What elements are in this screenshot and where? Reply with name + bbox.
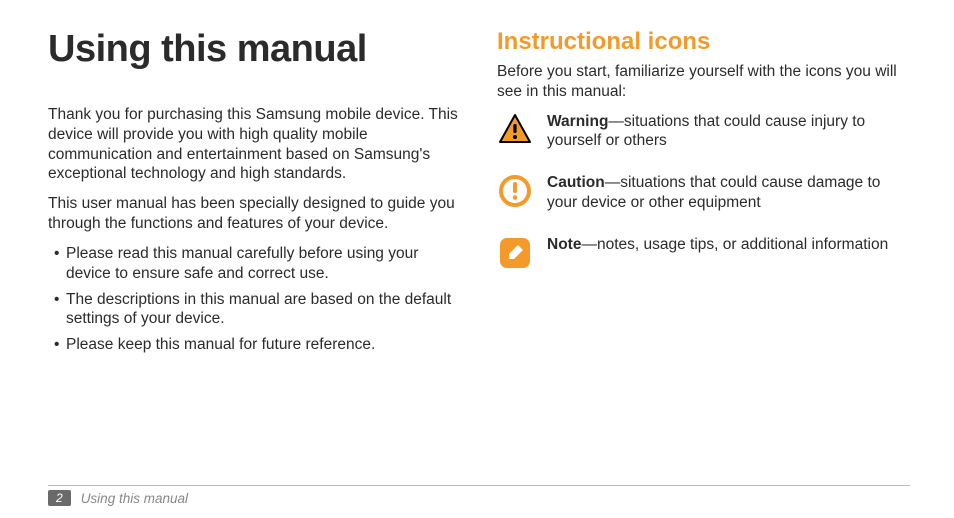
icons-intro: Before you start, familiarize yourself w… xyxy=(497,62,910,102)
icon-label: Note xyxy=(547,236,581,253)
icon-definition-caution: Caution—situations that could cause dama… xyxy=(497,173,910,213)
note-pencil-icon xyxy=(497,235,533,271)
icon-text: Warning—situations that could cause inju… xyxy=(547,112,910,152)
icon-desc: —notes, usage tips, or additional inform… xyxy=(581,236,888,253)
right-column: Instructional icons Before you start, fa… xyxy=(497,28,910,453)
caution-circle-icon xyxy=(497,173,533,209)
page-title: Using this manual xyxy=(48,28,461,71)
icon-text: Note—notes, usage tips, or additional in… xyxy=(547,235,888,255)
icon-definition-note: Note—notes, usage tips, or additional in… xyxy=(497,235,910,271)
left-column: Using this manual Thank you for purchasi… xyxy=(48,28,461,453)
list-item: Please read this manual carefully before… xyxy=(54,244,461,284)
footer-running-title: Using this manual xyxy=(81,491,188,506)
section-heading-instructional-icons: Instructional icons xyxy=(497,28,910,56)
warning-triangle-icon xyxy=(497,112,533,148)
icon-text: Caution—situations that could cause dama… xyxy=(547,173,910,213)
list-item: Please keep this manual for future refer… xyxy=(54,335,461,355)
page-footer: 2 Using this manual xyxy=(48,485,910,506)
icon-label: Warning xyxy=(547,113,608,130)
bullet-list: Please read this manual carefully before… xyxy=(48,244,461,355)
intro-paragraph-1: Thank you for purchasing this Samsung mo… xyxy=(48,105,461,184)
intro-paragraph-2: This user manual has been specially desi… xyxy=(48,194,461,234)
list-item: The descriptions in this manual are base… xyxy=(54,290,461,330)
icon-label: Caution xyxy=(547,174,605,191)
page-number: 2 xyxy=(48,490,71,506)
icon-definition-warning: Warning—situations that could cause inju… xyxy=(497,112,910,152)
